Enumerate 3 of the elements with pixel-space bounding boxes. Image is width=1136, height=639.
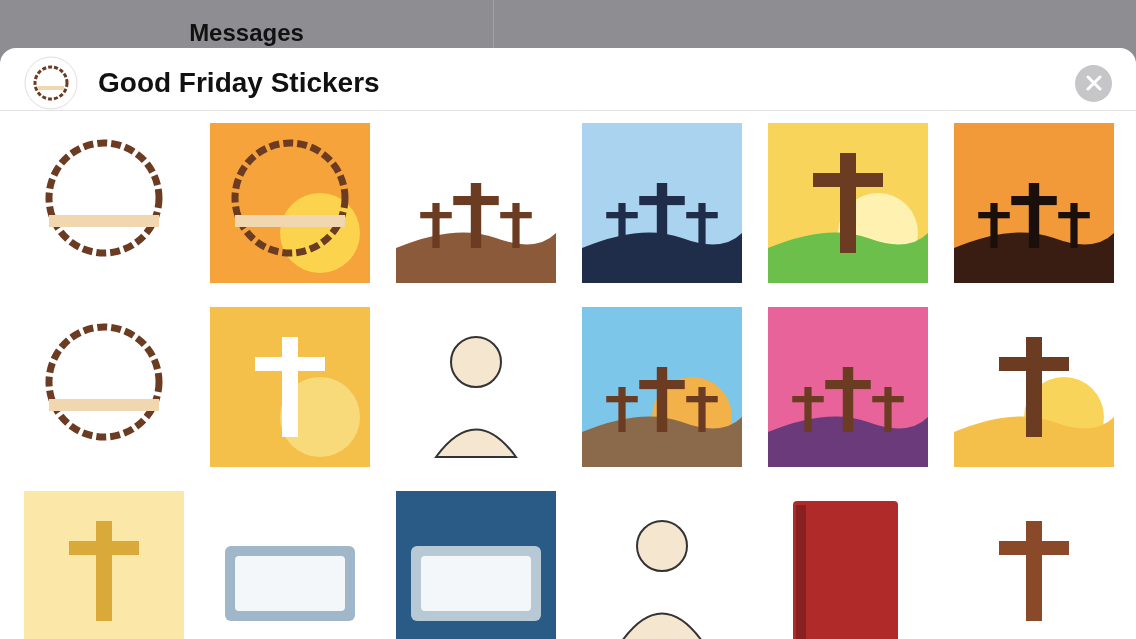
conversation-title: Messages [189,18,304,48]
close-icon [1085,75,1102,91]
sheet-title: Good Friday Stickers [98,67,381,99]
